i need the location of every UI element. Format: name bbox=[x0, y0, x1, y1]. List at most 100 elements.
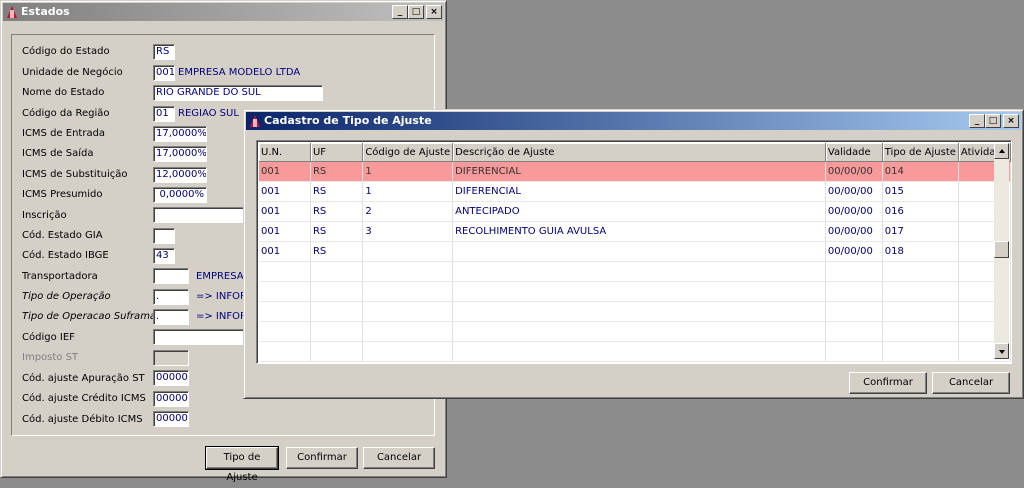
codigo-ief-field[interactable] bbox=[153, 329, 245, 345]
nome-estado-field[interactable]: RIO GRANDE DO SUL bbox=[153, 85, 323, 101]
close-icon[interactable]: × bbox=[426, 5, 442, 19]
ajuste-credito-icms-field[interactable]: 000000 bbox=[153, 391, 189, 407]
ajuste-debito-icms-field[interactable]: 000000 bbox=[153, 411, 189, 427]
codigo-gia-label: Cód. Estado GIA bbox=[22, 230, 103, 241]
codigo-ief-label: Código IEF bbox=[22, 332, 75, 343]
ajuste-apuracao-st-field[interactable]: 000000 bbox=[153, 370, 189, 386]
col-header-validade[interactable]: Validade bbox=[825, 143, 883, 162]
icms-presumido-field[interactable]: 0,0000% bbox=[153, 187, 207, 203]
vertical-scrollbar[interactable] bbox=[994, 143, 1009, 359]
ajuste-table: U.N. UF Código de Ajuste Descrição de Aj… bbox=[259, 143, 1011, 362]
table-cell[interactable]: 1 bbox=[362, 161, 454, 182]
table-cell[interactable]: RECOLHIMENTO GUIA AVULSA bbox=[452, 221, 826, 242]
table-cell[interactable]: 001 bbox=[259, 161, 311, 182]
icms-saida-field[interactable]: 17,0000% bbox=[153, 146, 207, 162]
table-cell[interactable]: DIFERENCIAL bbox=[452, 181, 826, 202]
table-row[interactable]: 001 RS 3 RECOLHIMENTO GUIA AVULSA 00/00/… bbox=[259, 221, 1011, 242]
minimize-icon[interactable]: _ bbox=[969, 114, 985, 128]
table-cell[interactable]: 001 bbox=[259, 241, 311, 262]
table-cell[interactable]: 017 bbox=[882, 221, 959, 242]
icms-entrada-label: ICMS de Entrada bbox=[22, 128, 106, 139]
ajuste-grid: U.N. UF Código de Ajuste Descrição de Aj… bbox=[256, 140, 1012, 364]
table-cell[interactable]: 1 bbox=[362, 181, 454, 202]
icms-substituicao-field[interactable]: 12,0000% bbox=[153, 167, 207, 183]
inscricao-field[interactable] bbox=[153, 207, 245, 223]
scroll-thumb[interactable] bbox=[994, 241, 1009, 258]
transportadora-field[interactable] bbox=[153, 268, 189, 284]
ajuste-title: Cadastro de Tipo de Ajuste bbox=[264, 114, 432, 127]
table-cell[interactable]: 001 bbox=[259, 221, 311, 242]
table-cell[interactable]: 015 bbox=[882, 181, 959, 202]
table-cell[interactable]: 014 bbox=[882, 161, 959, 182]
codigo-estado-field[interactable]: RS bbox=[153, 44, 175, 60]
ajuste-titlebar[interactable]: Cadastro de Tipo de Ajuste _ □ × bbox=[246, 112, 1021, 130]
table-row[interactable]: 001 RS 1 DIFERENCIAL 00/00/00 015 bbox=[259, 181, 1011, 202]
tipo-operacao-suframa-field[interactable]: . bbox=[153, 309, 189, 325]
col-header-descricao[interactable]: Descrição de Ajuste bbox=[452, 143, 826, 162]
icms-substituicao-label: ICMS de Substituição bbox=[22, 169, 128, 180]
icms-entrada-field[interactable]: 17,0000% bbox=[153, 126, 207, 142]
table-cell[interactable] bbox=[452, 241, 826, 262]
table-cell[interactable]: 001 bbox=[259, 181, 311, 202]
estados-confirmar-button[interactable]: Confirmar bbox=[286, 447, 358, 469]
nome-estado-label: Nome do Estado bbox=[22, 87, 105, 98]
table-cell[interactable]: 016 bbox=[882, 201, 959, 222]
table-cell[interactable]: 2 bbox=[362, 201, 454, 222]
table-cell[interactable]: 001 bbox=[259, 201, 311, 222]
table-cell[interactable]: 3 bbox=[362, 221, 454, 242]
col-header-tipo-ajuste[interactable]: Tipo de Ajuste bbox=[882, 143, 959, 162]
icms-saida-label: ICMS de Saída bbox=[22, 148, 94, 159]
imposto-st-label: Imposto ST bbox=[22, 352, 79, 363]
ajuste-credito-icms-label: Cód. ajuste Crédito ICMS bbox=[22, 393, 146, 404]
minimize-icon[interactable]: _ bbox=[392, 5, 408, 19]
tipo-operacao-suframa-label: Tipo de Operacao Suframa bbox=[22, 311, 157, 322]
estados-cancelar-button[interactable]: Cancelar bbox=[363, 447, 435, 469]
tipo-operacao-field[interactable]: . bbox=[153, 289, 189, 305]
table-cell[interactable]: 00/00/00 bbox=[825, 161, 883, 182]
codigo-regiao-field[interactable]: 01 bbox=[153, 106, 175, 122]
codigo-regiao-label: Código da Região bbox=[22, 108, 110, 119]
estados-title: Estados bbox=[21, 5, 70, 18]
estados-titlebar[interactable]: Estados _ □ × bbox=[3, 3, 444, 21]
table-cell[interactable] bbox=[362, 241, 454, 262]
table-row[interactable]: 001 RS 00/00/00 018 bbox=[259, 241, 1011, 262]
codigo-estado-label: Código do Estado bbox=[22, 46, 110, 57]
ajuste-cancelar-button[interactable]: Cancelar bbox=[932, 372, 1010, 394]
maximize-icon[interactable]: □ bbox=[408, 5, 424, 19]
table-row-empty bbox=[259, 321, 1011, 342]
table-row-empty bbox=[259, 281, 1011, 302]
codigo-regiao-desc: REGIAO SUL bbox=[178, 108, 239, 119]
table-cell[interactable]: RS bbox=[310, 221, 364, 242]
table-cell[interactable]: 00/00/00 bbox=[825, 221, 883, 242]
table-cell[interactable]: 00/00/00 bbox=[825, 241, 883, 262]
table-cell[interactable]: 00/00/00 bbox=[825, 201, 883, 222]
table-row[interactable]: 001 RS 1 DIFERENCIAL 00/00/00 014 bbox=[259, 161, 1011, 182]
ajuste-debito-icms-label: Cód. ajuste Débito ICMS bbox=[22, 414, 143, 425]
table-cell[interactable]: DIFERENCIAL bbox=[452, 161, 826, 182]
ajuste-confirmar-button[interactable]: Confirmar bbox=[849, 372, 927, 394]
unidade-negocio-field[interactable]: 001 bbox=[153, 65, 175, 81]
codigo-ibge-field[interactable]: 43 bbox=[153, 248, 175, 264]
table-row-empty bbox=[259, 341, 1011, 362]
table-header-row: U.N. UF Código de Ajuste Descrição de Aj… bbox=[259, 143, 1011, 162]
table-cell[interactable]: RS bbox=[310, 161, 364, 182]
scroll-up-icon[interactable] bbox=[994, 143, 1009, 159]
close-icon[interactable]: × bbox=[1003, 114, 1019, 128]
table-cell[interactable]: RS bbox=[310, 241, 364, 262]
ajuste-apuracao-st-label: Cód. ajuste Apuração ST bbox=[22, 373, 145, 384]
col-header-un[interactable]: U.N. bbox=[259, 143, 311, 162]
scroll-down-icon[interactable] bbox=[994, 343, 1009, 359]
app-logo-icon bbox=[5, 5, 19, 19]
table-cell[interactable]: RS bbox=[310, 201, 364, 222]
maximize-icon[interactable]: □ bbox=[985, 114, 1001, 128]
unidade-negocio-label: Unidade de Negócio bbox=[22, 67, 123, 78]
tipo-ajuste-button[interactable]: Tipo de Ajuste bbox=[205, 446, 279, 483]
col-header-uf[interactable]: UF bbox=[310, 143, 364, 162]
codigo-gia-field[interactable] bbox=[153, 228, 175, 244]
table-cell[interactable]: 00/00/00 bbox=[825, 181, 883, 202]
table-cell[interactable]: RS bbox=[310, 181, 364, 202]
table-cell[interactable]: ANTECIPADO bbox=[452, 201, 826, 222]
table-cell[interactable]: 018 bbox=[882, 241, 959, 262]
table-row[interactable]: 001 RS 2 ANTECIPADO 00/00/00 016 bbox=[259, 201, 1011, 222]
col-header-codigo-ajuste[interactable]: Código de Ajuste bbox=[362, 143, 454, 162]
